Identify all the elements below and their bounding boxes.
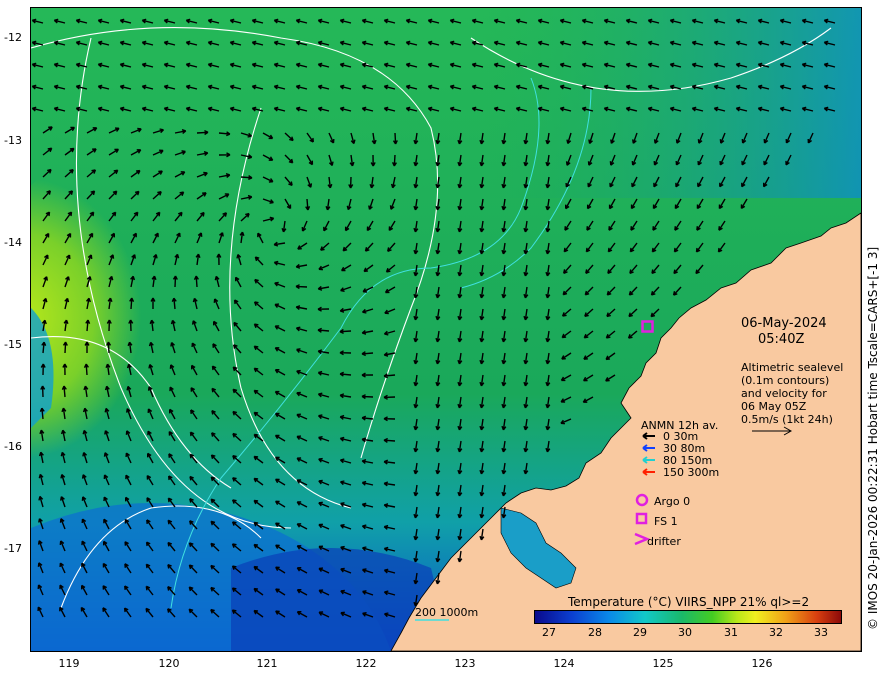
altimetry-text: 0.5m/s (1kt 24h) [741, 413, 833, 426]
arrow-icon [642, 432, 655, 440]
y-tick-label: -17 [4, 542, 22, 555]
x-tick-label: 119 [58, 657, 80, 670]
y-tick-label: -16 [4, 440, 22, 453]
x-tick-label: 126 [751, 657, 773, 670]
date-label: 06-May-2024 [741, 316, 827, 331]
scale-arrow-icon [752, 426, 793, 436]
chevron-icon [634, 532, 651, 546]
y-tick-label: -12 [4, 31, 22, 44]
colorbar-title: Temperature (°C) VIIRS_NPP 21% ql>=2 [568, 595, 810, 609]
isobath-swatch [415, 619, 449, 621]
y-tick-label: -15 [4, 338, 22, 351]
marker-legend-label: drifter [647, 535, 681, 548]
y-tick-label: -13 [4, 134, 22, 147]
arrow-icon [642, 456, 655, 464]
anmn-legend-label: 150 300m [663, 466, 720, 479]
colorbar-tick: 27 [542, 626, 556, 639]
altimetry-text: (0.1m contours) [741, 374, 830, 387]
colorbar-tick: 30 [678, 626, 692, 639]
map-panel [30, 7, 862, 652]
colorbar-tick: 29 [633, 626, 647, 639]
x-tick-label: 120 [158, 657, 180, 670]
x-tick-label: 124 [553, 657, 575, 670]
marker-legend-label: Argo 0 [654, 495, 691, 508]
credit-text: © IMOS 20-Jan-2026 00:22:31 Hobart time … [866, 246, 880, 630]
colorbar-tick: 32 [769, 626, 783, 639]
x-tick-label: 125 [652, 657, 674, 670]
fs-station-marker [641, 320, 654, 333]
square-icon [635, 512, 648, 525]
time-label: 05:40Z [758, 332, 805, 347]
colorbar-tick: 33 [814, 626, 828, 639]
arrow-icon [642, 468, 655, 476]
altimetry-text: Altimetric sealevel [741, 361, 844, 374]
circle-icon [635, 493, 649, 507]
colorbar-tick: 31 [724, 626, 738, 639]
x-tick-label: 123 [454, 657, 476, 670]
anmn-legend-arrows [642, 432, 655, 476]
colorbar [534, 610, 842, 624]
x-tick-label: 122 [355, 657, 377, 670]
altimetry-text: 06 May 05Z [741, 400, 807, 413]
arrow-icon [642, 444, 655, 452]
x-tick-label: 121 [256, 657, 278, 670]
y-tick-label: -14 [4, 236, 22, 249]
marker-legend-label: FS 1 [654, 515, 678, 528]
sst-map [31, 8, 861, 651]
colorbar-tick: 28 [588, 626, 602, 639]
altimetry-text: and velocity for [741, 387, 827, 400]
